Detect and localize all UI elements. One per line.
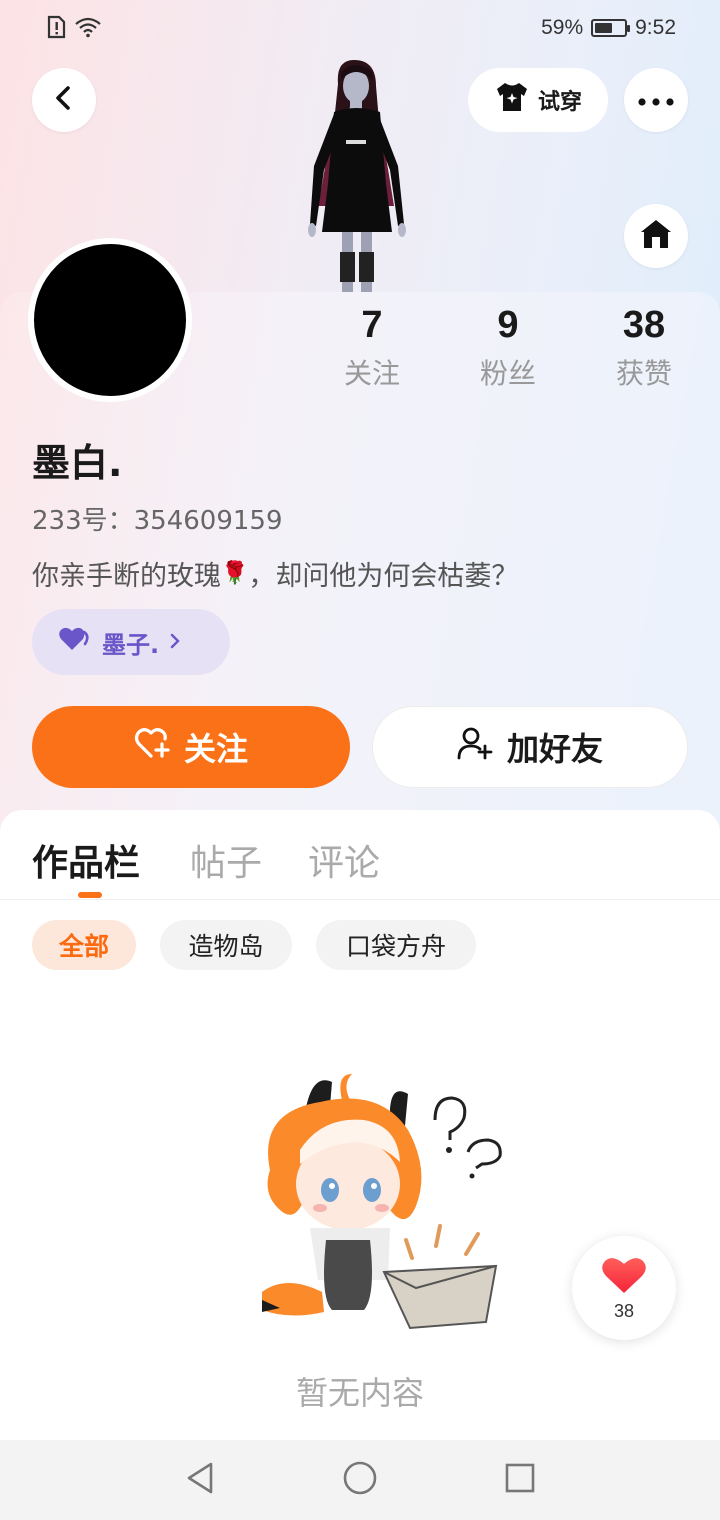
nav-recents-icon [504,1462,536,1498]
heart-icon [58,626,92,658]
system-navigation-bar [0,1440,720,1520]
partner-badge[interactable]: 墨子. [32,609,230,675]
add-friend-button[interactable]: 加好友 [372,706,688,788]
stat-following[interactable]: 7 关注 [312,300,432,392]
follow-button[interactable]: 关注 [32,706,350,788]
heart-outline-plus-icon [134,726,172,768]
nav-home-icon [343,1461,377,1499]
nav-recents-button[interactable] [500,1460,540,1500]
stat-followers[interactable]: 9 粉丝 [448,300,568,392]
avatar[interactable] [28,238,192,402]
stat-likes[interactable]: 38 获赞 [584,300,704,392]
try-on-label: 试穿 [537,90,582,115]
nav-back-icon [184,1461,216,1499]
filter-chip-all[interactable]: 全部 [32,920,136,970]
add-friend-label: 加好友 [506,730,603,768]
follow-label: 关注 [183,730,248,768]
sim-alert-icon [46,15,66,43]
more-icon [638,91,674,110]
stat-label: 粉丝 [479,357,536,390]
stat-label: 获赞 [615,357,672,390]
nav-back-button[interactable] [180,1460,220,1500]
status-bar: 59% 9:52 [0,0,720,56]
filter-chip-pocket-ark[interactable]: 口袋方舟 [316,920,476,970]
stat-label: 关注 [343,357,400,390]
more-button[interactable] [624,68,688,132]
home-icon [639,218,673,254]
floating-like-count: 38 [613,1300,635,1321]
battery-percent: 59% [541,16,584,39]
tab-posts[interactable]: 帖子 [190,834,262,886]
back-icon [53,85,75,115]
bio: 你亲手断的玫瑰 🌹 ，却问他为何会枯萎？ [32,554,518,593]
nickname: 墨白. [32,441,123,485]
stat-value: 7 [361,304,383,346]
bio-text-start: 你亲手断的玫瑰 [32,561,221,592]
bio-text-end: ，却问他为何会枯萎？ [248,561,519,592]
user-id: 233号：354609159 [32,506,283,536]
empty-state-text: 暂无内容 [295,1374,424,1412]
rose-emoji: 🌹 [221,561,249,586]
content-section: 作品栏 帖子 评论 全部 造物岛 口袋方舟 暂无内容 [0,810,720,1440]
tab-comments[interactable]: 评论 [308,834,380,886]
add-user-icon [457,726,493,768]
tab-works[interactable]: 作品栏 [32,834,140,886]
partner-name: 墨子. [102,630,160,659]
home-button[interactable] [624,204,688,268]
nav-home-button[interactable] [340,1460,380,1500]
filter-chip-creation-island[interactable]: 造物岛 [160,920,292,970]
battery-icon [591,19,631,37]
avatar-3d-character[interactable] [296,56,418,292]
empty-state-mascot-illustration [240,1060,510,1330]
heart-icon [601,1255,647,1299]
try-on-button[interactable]: 试穿 [468,68,608,132]
chevron-right-icon [169,628,181,656]
shirt-icon [494,81,530,119]
floating-like-button[interactable]: 38 [572,1236,676,1340]
stat-value: 9 [497,304,519,346]
active-tab-indicator [78,892,102,898]
wifi-icon [74,16,102,42]
back-button[interactable] [32,68,96,132]
content-tabs: 作品栏 帖子 评论 [0,834,720,900]
clock: 9:52 [635,16,676,39]
stat-value: 38 [622,304,666,346]
